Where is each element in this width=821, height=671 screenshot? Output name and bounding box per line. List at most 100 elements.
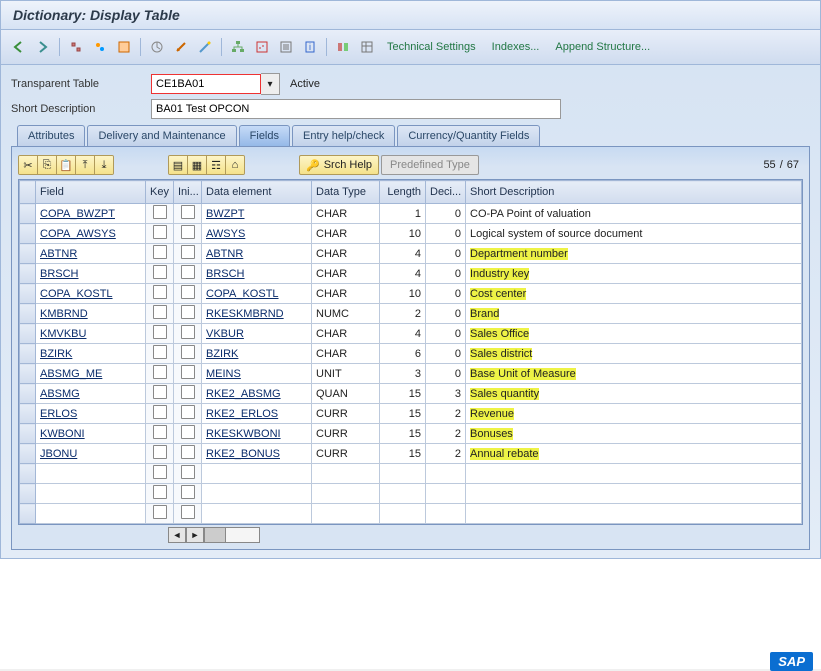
cut-icon[interactable]: ✂: [19, 156, 37, 174]
col-elem[interactable]: Data element: [202, 181, 312, 204]
info-icon[interactable]: i: [300, 37, 320, 57]
tab-delivery[interactable]: Delivery and Maintenance: [87, 125, 236, 146]
table-row[interactable]: BZIRKBZIRKCHAR60Sales district: [20, 344, 802, 364]
table-row-empty[interactable]: [20, 504, 802, 524]
srch-help-button[interactable]: 🔑 Srch Help: [299, 155, 379, 175]
cell-key[interactable]: [146, 324, 174, 344]
cell-key[interactable]: [146, 404, 174, 424]
wand-icon[interactable]: [195, 37, 215, 57]
cell-init[interactable]: [174, 244, 202, 264]
cell-field[interactable]: KWBONI: [36, 424, 146, 444]
check-icon[interactable]: [114, 37, 134, 57]
activate-icon[interactable]: [147, 37, 167, 57]
table-row[interactable]: ABSMG_MEMEINSUNIT30Base Unit of Measure: [20, 364, 802, 384]
row-header[interactable]: [20, 204, 36, 224]
cell-field[interactable]: ABSMG: [36, 384, 146, 404]
table-row-empty[interactable]: [20, 464, 802, 484]
table-row[interactable]: KMVKBUVKBURCHAR40Sales Office: [20, 324, 802, 344]
col-init[interactable]: Ini...: [174, 181, 202, 204]
cell-elem[interactable]: RKESKMBRND: [202, 304, 312, 324]
expand-icon[interactable]: ▤: [169, 156, 187, 174]
h-scrollbar[interactable]: ◄ ►: [168, 527, 803, 543]
cell-key[interactable]: [146, 384, 174, 404]
cell-field[interactable]: BRSCH: [36, 264, 146, 284]
cell-key[interactable]: [146, 284, 174, 304]
cell-key[interactable]: [146, 424, 174, 444]
cell-key[interactable]: [146, 304, 174, 324]
cell-init[interactable]: [174, 204, 202, 224]
table-row[interactable]: KMBRNDRKESKMBRNDNUMC20Brand: [20, 304, 802, 324]
table-row[interactable]: ABSMGRKE2_ABSMGQUAN153Sales quantity: [20, 384, 802, 404]
cell-elem[interactable]: VKBUR: [202, 324, 312, 344]
find-next-icon[interactable]: ⌂: [225, 156, 244, 174]
row-header[interactable]: [20, 284, 36, 304]
cell-field[interactable]: COPA_KOSTL: [36, 284, 146, 304]
cell-elem[interactable]: COPA_KOSTL: [202, 284, 312, 304]
table-row[interactable]: JBONURKE2_BONUSCURR152Annual rebate: [20, 444, 802, 464]
predefined-type-button[interactable]: Predefined Type: [381, 155, 479, 175]
cell-init[interactable]: [174, 224, 202, 244]
cell-key[interactable]: [146, 444, 174, 464]
row-header[interactable]: [20, 384, 36, 404]
f4-help-icon[interactable]: ▾: [261, 73, 280, 95]
cell-field[interactable]: ABTNR: [36, 244, 146, 264]
tab-fields[interactable]: Fields: [239, 125, 290, 146]
cell-field[interactable]: BZIRK: [36, 344, 146, 364]
cell-key[interactable]: [146, 224, 174, 244]
table-row[interactable]: COPA_AWSYSAWSYSCHAR100Logical system of …: [20, 224, 802, 244]
cell-elem[interactable]: BWZPT: [202, 204, 312, 224]
fields-grid[interactable]: Field Key Ini... Data element Data Type …: [18, 179, 803, 525]
table-row[interactable]: COPA_BWZPTBWZPTCHAR10CO-PA Point of valu…: [20, 204, 802, 224]
cell-init[interactable]: [174, 284, 202, 304]
col-dec[interactable]: Deci...: [426, 181, 466, 204]
cell-field[interactable]: ERLOS: [36, 404, 146, 424]
display-change-icon[interactable]: [66, 37, 86, 57]
table-row[interactable]: KWBONIRKESKWBONICURR152Bonuses: [20, 424, 802, 444]
cell-init[interactable]: [174, 264, 202, 284]
col-rowselect[interactable]: [20, 181, 36, 204]
cell-key[interactable]: [146, 364, 174, 384]
technical-settings-button[interactable]: Technical Settings: [381, 35, 482, 59]
paste-icon[interactable]: 📋: [56, 156, 75, 174]
cell-elem[interactable]: BZIRK: [202, 344, 312, 364]
table-icon[interactable]: [357, 37, 377, 57]
row-header[interactable]: [20, 224, 36, 244]
cell-elem[interactable]: AWSYS: [202, 224, 312, 244]
table-row[interactable]: ABTNRABTNRCHAR40Department number: [20, 244, 802, 264]
cell-init[interactable]: [174, 384, 202, 404]
cell-elem[interactable]: BRSCH: [202, 264, 312, 284]
forward-icon[interactable]: [33, 37, 53, 57]
cell-elem[interactable]: ABTNR: [202, 244, 312, 264]
indexes-button[interactable]: Indexes...: [486, 35, 546, 59]
append-structure-button[interactable]: Append Structure...: [549, 35, 656, 59]
short-desc-input[interactable]: [151, 99, 561, 119]
col-len[interactable]: Length: [380, 181, 426, 204]
scroll-left-icon[interactable]: ◄: [168, 527, 186, 543]
row-header[interactable]: [20, 264, 36, 284]
table-row[interactable]: COPA_KOSTLCOPA_KOSTLCHAR100Cost center: [20, 284, 802, 304]
cell-init[interactable]: [174, 424, 202, 444]
cell-init[interactable]: [174, 404, 202, 424]
cell-key[interactable]: [146, 344, 174, 364]
col-key[interactable]: Key: [146, 181, 174, 204]
contents-icon[interactable]: [276, 37, 296, 57]
cell-init[interactable]: [174, 304, 202, 324]
row-header[interactable]: [20, 344, 36, 364]
tab-attributes[interactable]: Attributes: [17, 125, 85, 146]
cell-init[interactable]: [174, 344, 202, 364]
row-header[interactable]: [20, 304, 36, 324]
cell-field[interactable]: JBONU: [36, 444, 146, 464]
scroll-track[interactable]: [204, 527, 260, 543]
cell-elem[interactable]: RKE2_ERLOS: [202, 404, 312, 424]
col-sdesc[interactable]: Short Description: [466, 181, 802, 204]
cell-field[interactable]: COPA_AWSYS: [36, 224, 146, 244]
table-name-input[interactable]: [151, 74, 261, 94]
table-row[interactable]: BRSCHBRSCHCHAR40Industry key: [20, 264, 802, 284]
hierarchy-icon[interactable]: [228, 37, 248, 57]
row-header[interactable]: [20, 364, 36, 384]
cell-field[interactable]: ABSMG_ME: [36, 364, 146, 384]
collapse-icon[interactable]: ▦: [187, 156, 206, 174]
cell-field[interactable]: KMBRND: [36, 304, 146, 324]
other-object-icon[interactable]: [90, 37, 110, 57]
back-icon[interactable]: [9, 37, 29, 57]
